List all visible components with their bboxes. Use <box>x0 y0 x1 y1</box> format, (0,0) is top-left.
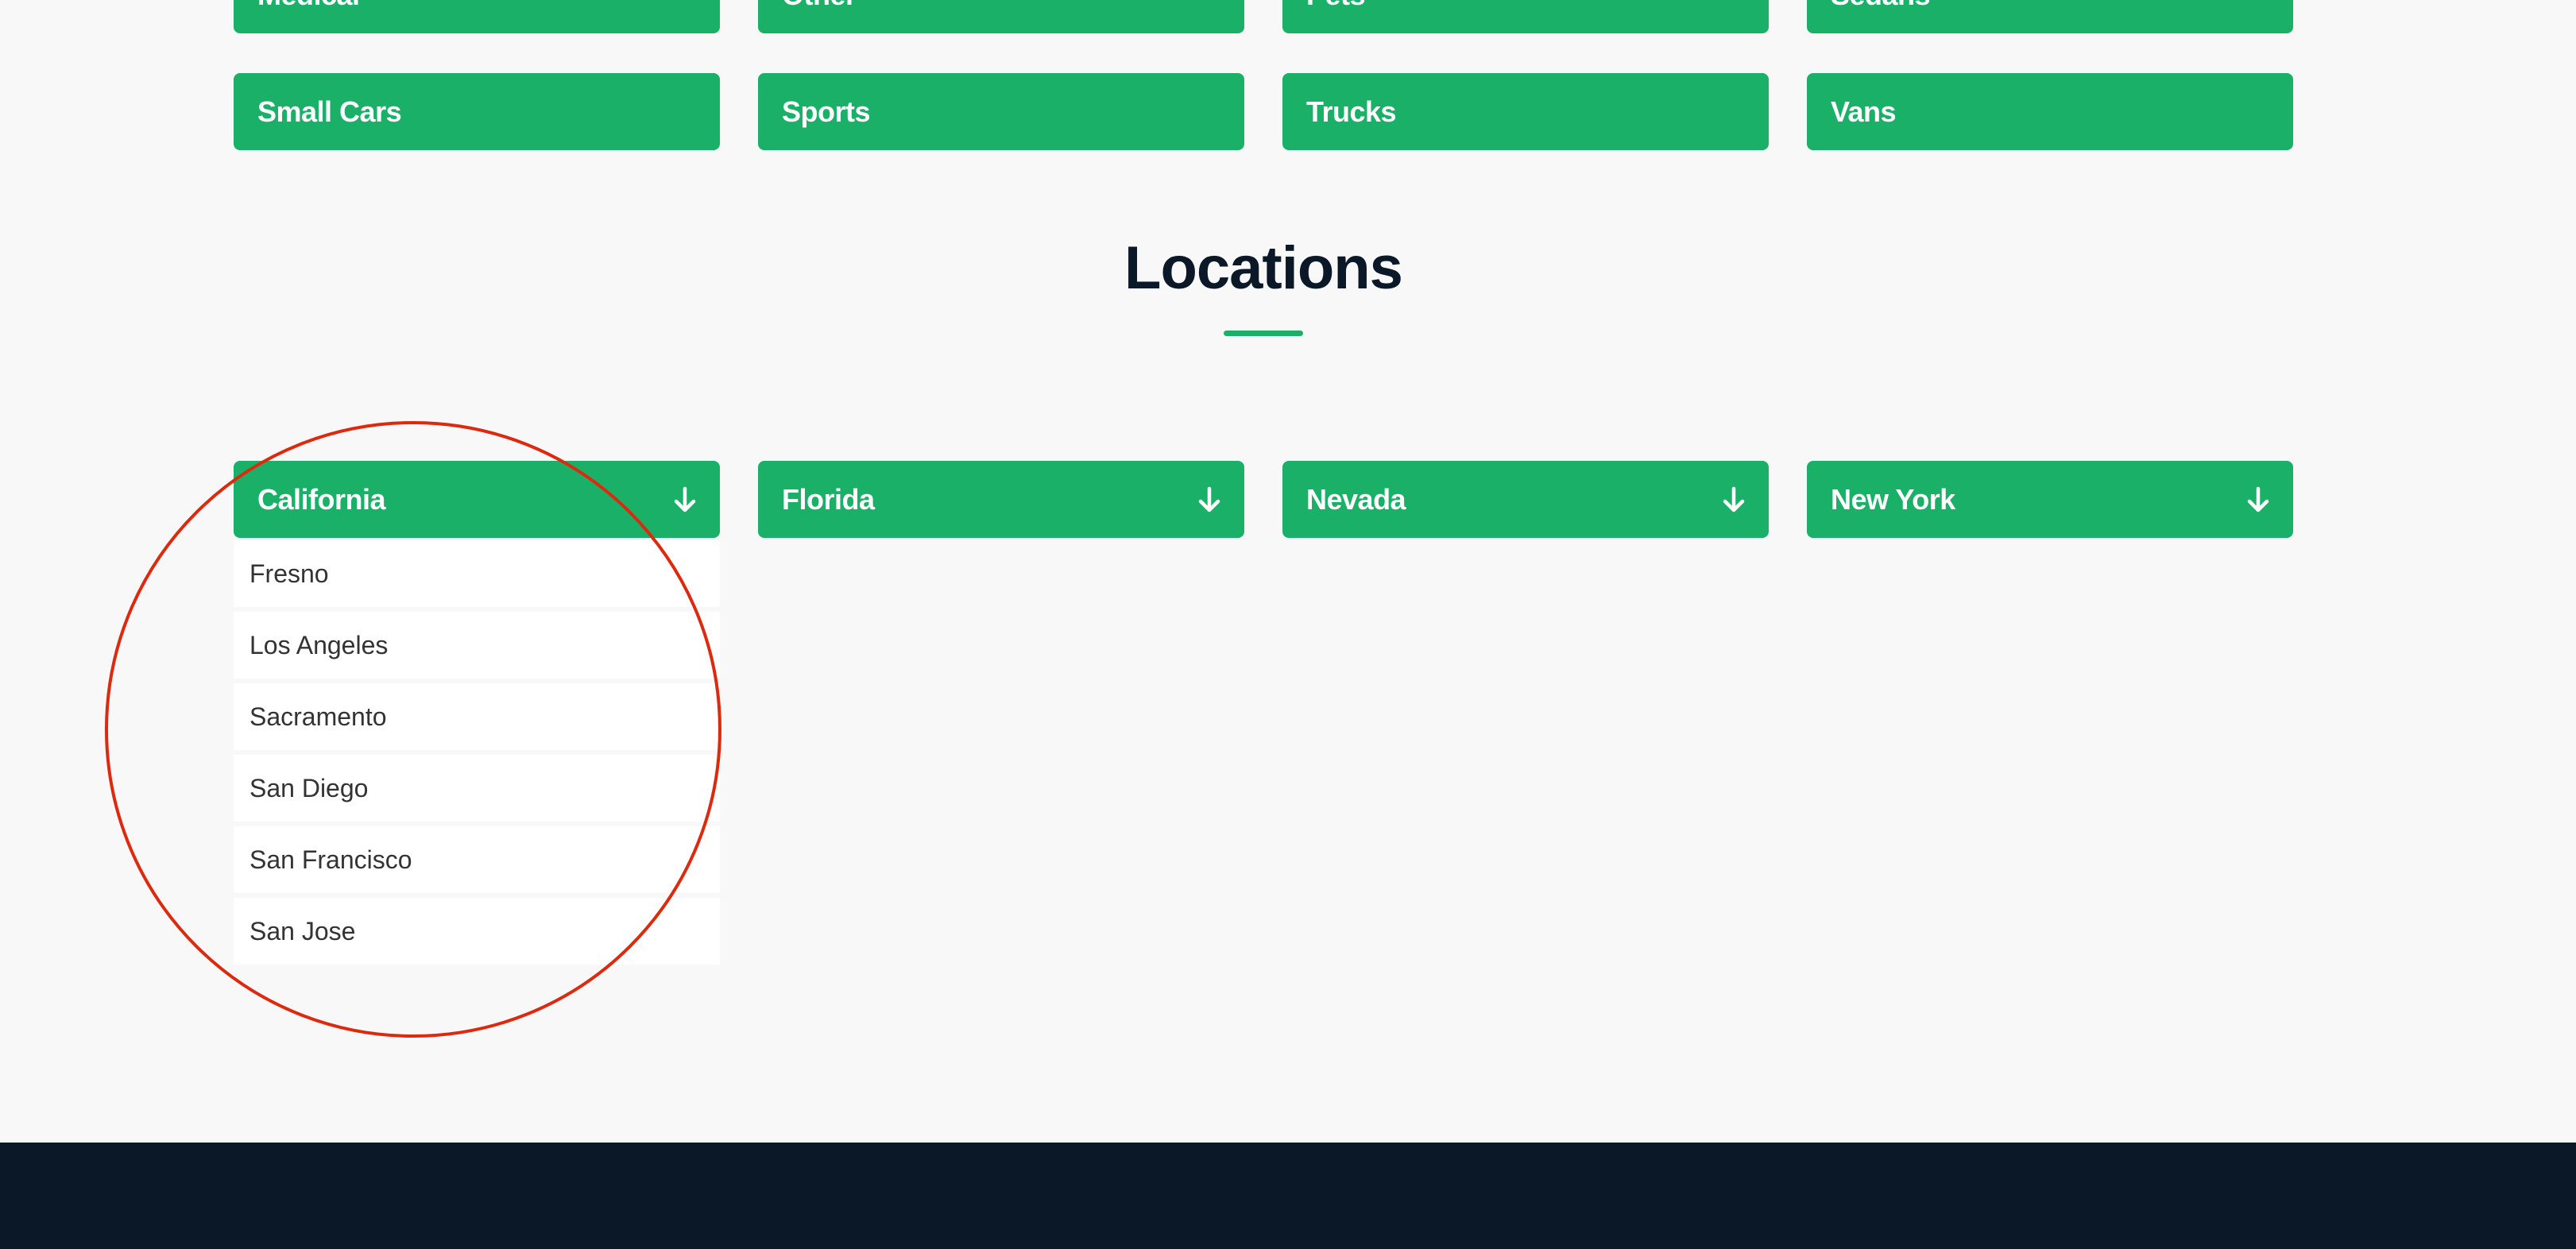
category-button-pets[interactable]: Pets <box>1282 0 1769 33</box>
category-label: Trucks <box>1306 95 1397 128</box>
category-button-medical[interactable]: Medical <box>234 0 720 33</box>
state-toggle-california[interactable]: California <box>234 461 720 538</box>
state-toggle-nevada[interactable]: Nevada <box>1282 461 1769 538</box>
state-toggle-new-york[interactable]: New York <box>1807 461 2293 538</box>
arrow-down-icon <box>1723 486 1745 512</box>
category-button-sedans[interactable]: Sedans <box>1807 0 2293 33</box>
category-label: Sedans <box>1831 0 1931 12</box>
state-dropdown-california: California Fresno Los Angeles Sacramento… <box>234 461 720 969</box>
category-button-sports[interactable]: Sports <box>758 73 1244 150</box>
city-item-san-diego[interactable]: San Diego <box>234 755 720 822</box>
arrow-down-icon <box>674 486 696 512</box>
category-button-trucks[interactable]: Trucks <box>1282 73 1769 150</box>
arrow-down-icon <box>1198 486 1220 512</box>
city-item-san-jose[interactable]: San Jose <box>234 898 720 965</box>
arrow-down-icon <box>2247 486 2269 512</box>
category-button-vans[interactable]: Vans <box>1807 73 2293 150</box>
state-dropdown-nevada: Nevada <box>1282 461 1769 538</box>
city-item-los-angeles[interactable]: Los Angeles <box>234 612 720 679</box>
city-item-sacramento[interactable]: Sacramento <box>234 683 720 750</box>
category-label: Other <box>782 0 857 12</box>
category-label: Small Cars <box>257 95 402 128</box>
state-toggle-florida[interactable]: Florida <box>758 461 1244 538</box>
category-button-small-cars[interactable]: Small Cars <box>234 73 720 150</box>
city-item-fresno[interactable]: Fresno <box>234 540 720 607</box>
state-dropdown-new-york: New York <box>1807 461 2293 538</box>
category-label: Vans <box>1831 95 1897 128</box>
state-label: Nevada <box>1306 482 1406 516</box>
category-label: Pets <box>1306 0 1366 12</box>
state-label: Florida <box>782 482 875 516</box>
locations-title: Locations <box>1124 234 1403 302</box>
category-label: Sports <box>782 95 871 128</box>
state-dropdown-florida: Florida <box>758 461 1244 538</box>
state-label: California <box>257 482 386 516</box>
city-list-california: Fresno Los Angeles Sacramento San Diego … <box>234 540 720 965</box>
city-item-san-francisco[interactable]: San Francisco <box>234 826 720 893</box>
category-label: Medical <box>257 0 360 12</box>
state-label: New York <box>1831 482 1955 516</box>
page-footer <box>0 1143 2576 1249</box>
title-underline-divider <box>1224 331 1303 336</box>
category-button-other[interactable]: Other <box>758 0 1244 33</box>
